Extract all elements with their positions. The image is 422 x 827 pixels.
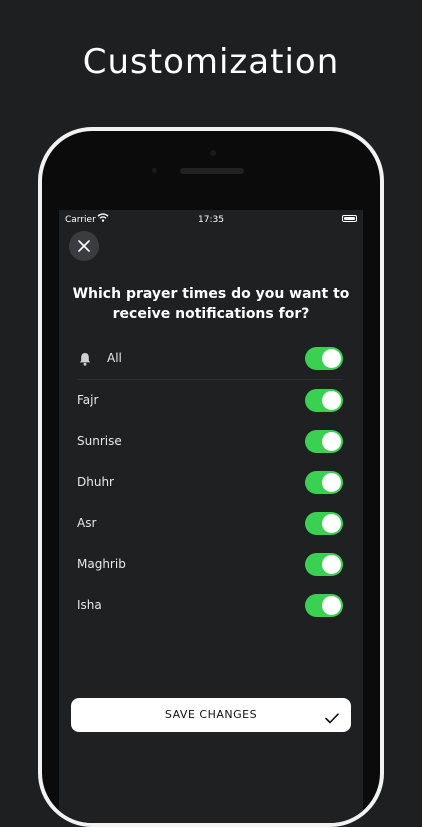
save-changes-button[interactable]: SAVE CHANGES: [71, 698, 351, 732]
save-changes-label: SAVE CHANGES: [164, 708, 258, 721]
prayer-toggle-list: All Fajr Sunrise Dhuhr Asr Maghrib Isha: [77, 338, 343, 626]
earpiece-speaker: [180, 168, 244, 174]
phone-frame: Carrier 17:35 Which prayer times do you …: [38, 127, 384, 827]
status-bar: Carrier 17:35: [59, 210, 363, 230]
prayer-label: All: [107, 351, 122, 365]
prayer-row-all: All: [77, 338, 343, 380]
question-heading: Which prayer times do you want to receiv…: [72, 286, 350, 322]
toggle-knob: [322, 514, 341, 533]
toggle-all[interactable]: [305, 347, 343, 370]
status-time: 17:35: [198, 215, 224, 225]
checkmark-icon: [325, 709, 339, 728]
toggle-knob: [322, 555, 341, 574]
toggle-knob: [322, 349, 341, 368]
headline: Customization: [82, 42, 340, 82]
prayer-label: Dhuhr: [77, 475, 114, 489]
close-button[interactable]: [69, 231, 99, 261]
prayer-label: Fajr: [77, 393, 99, 407]
prayer-label: Asr: [77, 516, 97, 530]
toggle-fajr[interactable]: [305, 389, 343, 412]
toggle-knob: [322, 432, 341, 451]
prayer-row-sunrise: Sunrise: [77, 421, 343, 462]
toggle-dhuhr[interactable]: [305, 471, 343, 494]
app-screen: Carrier 17:35 Which prayer times do you …: [59, 210, 363, 823]
prayer-row-maghrib: Maghrib: [77, 544, 343, 585]
toggle-asr[interactable]: [305, 512, 343, 535]
battery-icon: [342, 215, 357, 222]
front-camera: [210, 150, 216, 156]
prayer-row-dhuhr: Dhuhr: [77, 462, 343, 503]
prayer-label: Maghrib: [77, 557, 126, 571]
close-icon: [78, 240, 90, 252]
prayer-row-asr: Asr: [77, 503, 343, 544]
toggle-maghrib[interactable]: [305, 553, 343, 576]
proximity-sensor: [152, 168, 157, 173]
prayer-row-fajr: Fajr: [77, 380, 343, 421]
toggle-knob: [322, 391, 341, 410]
prayer-label: Isha: [77, 598, 102, 612]
bell-icon: [79, 351, 91, 370]
prayer-label: Sunrise: [77, 434, 122, 448]
toggle-sunrise[interactable]: [305, 430, 343, 453]
toggle-knob: [322, 596, 341, 615]
prayer-row-isha: Isha: [77, 585, 343, 626]
toggle-isha[interactable]: [305, 594, 343, 617]
toggle-knob: [322, 473, 341, 492]
